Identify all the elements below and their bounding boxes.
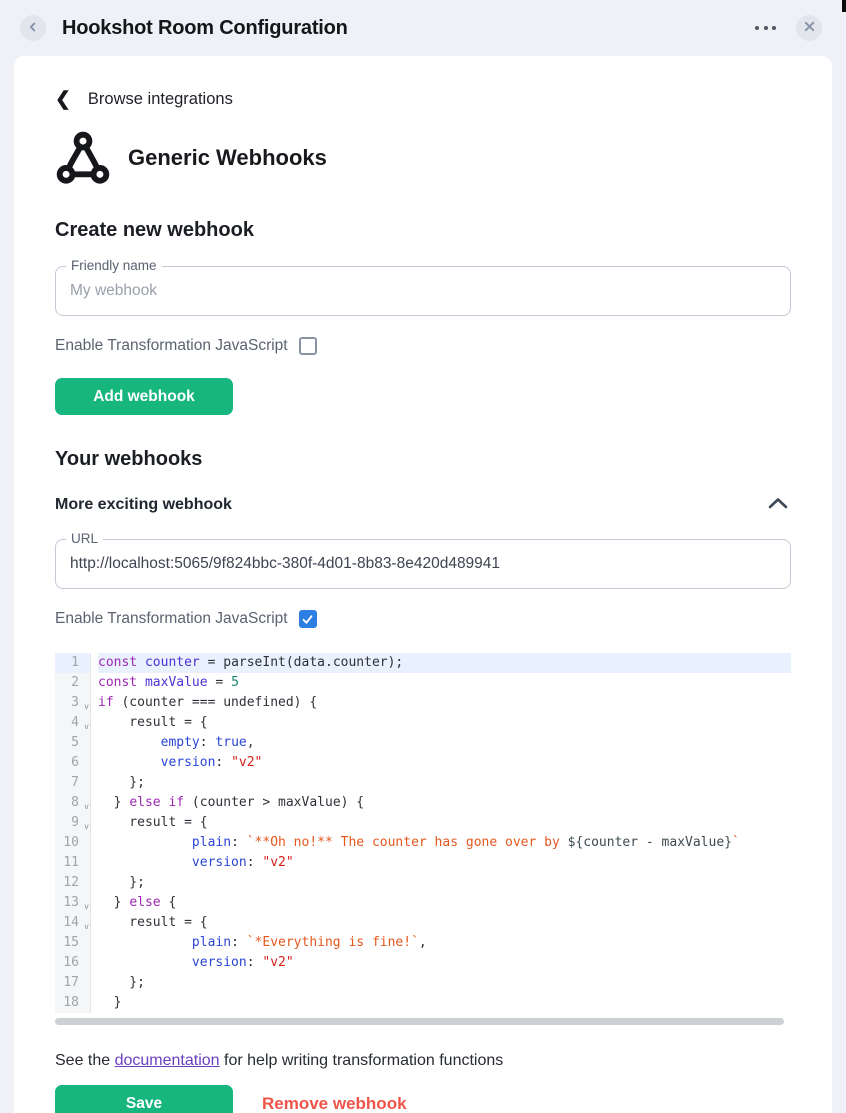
code-line[interactable]: }; — [98, 973, 791, 993]
browse-integrations-label: Browse integrations — [88, 90, 233, 109]
code-line[interactable]: empty: true, — [98, 733, 791, 753]
line-number: 18 — [55, 993, 90, 1013]
line-number: 1 — [55, 653, 90, 673]
webhook-url-input[interactable] — [70, 555, 776, 573]
close-button[interactable] — [796, 15, 822, 41]
code-line[interactable]: if (counter === undefined) { — [98, 693, 791, 713]
line-number: 6 — [55, 753, 90, 773]
config-card: ❮ Browse integrations Generic Webhooks C… — [14, 56, 832, 1113]
editor-code-pane[interactable]: const counter = parseInt(data.counter);c… — [91, 653, 791, 1013]
overflow-menu-icon[interactable] — [751, 20, 780, 36]
line-number: 11 — [55, 853, 90, 873]
line-number: 9v — [55, 813, 90, 833]
titlebar: Hookshot Room Configuration — [0, 0, 846, 56]
code-editor[interactable]: 123v4v5678v9v10111213v14v15161718 const … — [55, 650, 791, 1013]
line-number: 16 — [55, 953, 90, 973]
line-number: 10 — [55, 833, 90, 853]
code-line[interactable]: version: "v2" — [98, 753, 791, 773]
create-webhook-heading: Create new webhook — [55, 219, 791, 242]
service-header: Generic Webhooks — [55, 130, 791, 186]
documentation-link[interactable]: documentation — [115, 1052, 220, 1069]
code-line[interactable]: result = { — [98, 713, 791, 733]
create-transform-label: Enable Transformation JavaScript — [55, 337, 288, 355]
line-number: 15 — [55, 933, 90, 953]
code-line[interactable]: } — [98, 993, 791, 1013]
friendly-name-input[interactable] — [70, 282, 776, 300]
save-button[interactable]: Save — [55, 1085, 233, 1113]
webhook-name: More exciting webhook — [55, 496, 765, 514]
line-number: 4v — [55, 713, 90, 733]
line-number: 14v — [55, 913, 90, 933]
friendly-name-label: Friendly name — [66, 258, 162, 273]
code-line[interactable]: const counter = parseInt(data.counter); — [98, 653, 791, 673]
editor-gutter: 123v4v5678v9v10111213v14v15161718 — [55, 653, 91, 1013]
action-row: Save Remove webhook — [55, 1085, 791, 1113]
chevron-up-icon — [767, 498, 789, 513]
code-line[interactable]: result = { — [98, 913, 791, 933]
your-webhooks-heading: Your webhooks — [55, 448, 791, 471]
doc-suffix: for help writing transformation function… — [220, 1052, 504, 1069]
documentation-hint: See the documentation for help writing t… — [55, 1052, 791, 1070]
webhook-transform-label: Enable Transformation JavaScript — [55, 610, 288, 628]
create-transform-row: Enable Transformation JavaScript — [55, 337, 791, 355]
chevron-left-icon: ❮ — [55, 90, 71, 109]
remove-webhook-button[interactable]: Remove webhook — [262, 1094, 407, 1113]
webhook-transform-row: Enable Transformation JavaScript — [55, 610, 791, 628]
create-transform-checkbox[interactable] — [299, 337, 317, 355]
line-number: 17 — [55, 973, 90, 993]
code-line[interactable]: version: "v2" — [98, 953, 791, 973]
line-number: 2 — [55, 673, 90, 693]
line-number: 12 — [55, 873, 90, 893]
editor-horizontal-scrollbar[interactable] — [55, 1018, 784, 1025]
code-line[interactable]: version: "v2" — [98, 853, 791, 873]
line-number: 8v — [55, 793, 90, 813]
screen-edge-artifact — [842, 0, 846, 12]
back-button[interactable] — [20, 15, 46, 41]
chevron-left-icon — [26, 20, 40, 37]
code-line[interactable]: plain: `**Oh no!** The counter has gone … — [98, 833, 791, 853]
webhook-icon — [55, 130, 111, 186]
code-line[interactable]: } else if (counter > maxValue) { — [98, 793, 791, 813]
url-label: URL — [66, 531, 103, 546]
webhook-url-field: URL — [55, 539, 791, 589]
webhook-transform-checkbox[interactable] — [299, 610, 317, 628]
code-line[interactable]: }; — [98, 873, 791, 893]
add-webhook-button[interactable]: Add webhook — [55, 378, 233, 415]
collapse-button[interactable] — [765, 494, 791, 515]
line-number: 5 — [55, 733, 90, 753]
code-line[interactable]: const maxValue = 5 — [98, 673, 791, 693]
browse-integrations-link[interactable]: ❮ Browse integrations — [55, 90, 233, 109]
service-title: Generic Webhooks — [128, 145, 327, 171]
code-line[interactable]: plain: `*Everything is fine!`, — [98, 933, 791, 953]
friendly-name-field: Friendly name — [55, 266, 791, 316]
webhook-list-item[interactable]: More exciting webhook — [55, 494, 791, 515]
code-line[interactable]: }; — [98, 773, 791, 793]
line-number: 7 — [55, 773, 90, 793]
code-line[interactable]: } else { — [98, 893, 791, 913]
code-line[interactable]: result = { — [98, 813, 791, 833]
doc-prefix: See the — [55, 1052, 115, 1069]
line-number: 3v — [55, 693, 90, 713]
line-number: 13v — [55, 893, 90, 913]
page-title: Hookshot Room Configuration — [62, 17, 735, 40]
close-icon — [803, 20, 816, 36]
